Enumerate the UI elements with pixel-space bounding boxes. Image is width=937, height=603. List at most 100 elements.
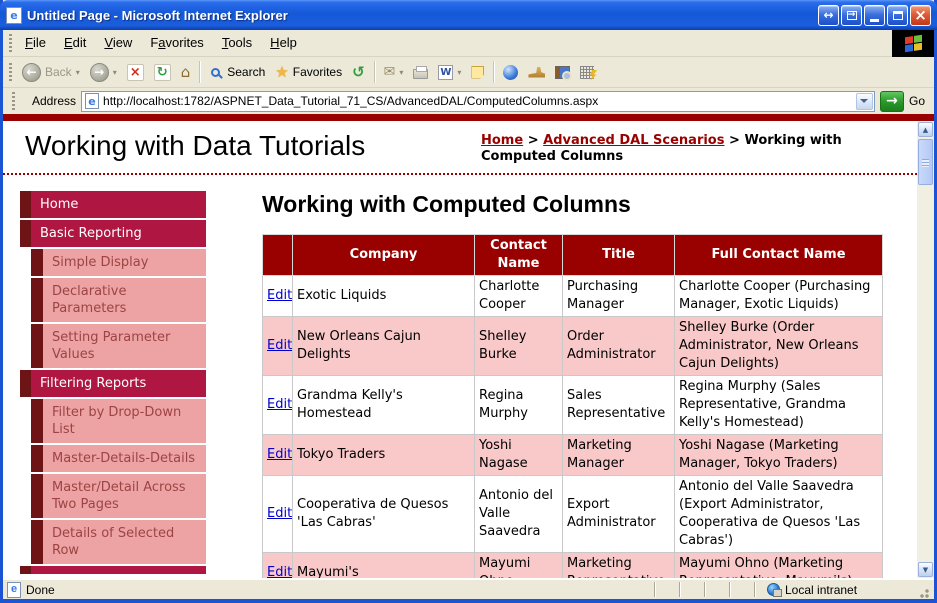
addressbar-grip[interactable] [12, 92, 15, 110]
sidebar-item-strip [20, 191, 31, 218]
menu-item-file[interactable]: File [16, 31, 55, 54]
contact-name-cell: Regina Murphy [474, 375, 563, 435]
table-row: Edit Grandma Kelly's Homestead Regina Murp… [262, 375, 883, 435]
resize-grip[interactable] [917, 586, 930, 599]
back-icon: ← [22, 62, 41, 82]
mail-button[interactable]: ✉ ▾ [380, 62, 408, 82]
menu-item-help[interactable]: Help [261, 31, 306, 54]
messenger-button[interactable] [499, 63, 522, 82]
column-header-edit [262, 234, 293, 276]
windows-logo-throbber [892, 30, 934, 57]
back-button[interactable]: ← Back ▾ [18, 61, 84, 84]
favorites-button[interactable]: ★ Favorites [271, 61, 346, 83]
sidebar-item-master-details-details[interactable]: Master-Details-Details [31, 445, 206, 472]
page-content: Working with Data Tutorials Home > Advan… [3, 121, 917, 578]
mail-dropdown-icon[interactable]: ▾ [399, 68, 403, 77]
forward-dropdown-icon[interactable]: ▾ [113, 68, 117, 77]
back-dropdown-icon[interactable]: ▾ [76, 68, 80, 77]
edit-with-word-button[interactable]: W ▾ [434, 63, 465, 82]
home-button[interactable]: ⌂ [177, 61, 195, 83]
column-header-full-contact-name: Full Contact Name [674, 234, 883, 276]
column-header-contact-name: Contact Name [474, 234, 563, 276]
stop-button[interactable]: × [123, 62, 148, 83]
window-controls: ↔ → × [818, 4, 931, 26]
status-separator [729, 582, 730, 597]
edit-link[interactable]: Edit [267, 338, 292, 353]
toolbar-grip[interactable] [9, 63, 12, 81]
address-dropdown-button[interactable] [855, 92, 873, 110]
sidebar-item-setting-parameter-values[interactable]: Setting Parameter Values [31, 324, 206, 368]
sidebar-item-label: Declarative Parameters [43, 278, 206, 322]
menu-item-tools[interactable]: Tools [213, 31, 261, 54]
refresh-button[interactable]: ↻ [150, 62, 175, 83]
menubar-grip[interactable] [9, 34, 12, 52]
refresh-icon: ↻ [153, 63, 171, 81]
breadcrumb-separator: > [724, 133, 745, 148]
custom-tool-button-2[interactable] [576, 64, 598, 81]
go-label[interactable]: Go [909, 94, 929, 108]
table-row: Edit Cooperativa de Quesos 'Las Cabras' An… [262, 475, 883, 553]
scroll-up-button[interactable]: ▲ [918, 122, 933, 137]
edit-link[interactable]: Edit [267, 397, 292, 412]
sidebar-item-simple-display[interactable]: Simple Display [31, 249, 206, 276]
scroll-down-button[interactable]: ▼ [918, 562, 933, 577]
sidebar-item-details-of-selected-row[interactable]: Details of Selected Row [31, 520, 206, 564]
page-body: Home Basic Reporting Simple Display Declara… [3, 175, 917, 578]
edit-dropdown-icon[interactable]: ▾ [457, 68, 461, 77]
status-separator [754, 582, 755, 597]
favorites-star-icon: ★ [275, 63, 289, 81]
title-cell: Sales Representative [562, 375, 675, 435]
edit-cell: Edit [262, 552, 293, 578]
forward-icon: → [89, 62, 109, 82]
scrollbar-thumb[interactable] [918, 139, 933, 185]
edit-link[interactable]: Edit [267, 506, 292, 521]
company-cell: Tokyo Traders [292, 434, 475, 476]
sidebar-item-master-detail-across-two-pages[interactable]: Master/Detail Across Two Pages [31, 474, 206, 518]
sidebar-item-label: Master-Details-Details [43, 445, 206, 472]
binary-icon [580, 65, 598, 81]
status-page-icon: e [7, 581, 21, 598]
search-button[interactable]: Search [205, 63, 269, 81]
forward-button[interactable]: → ▾ [86, 61, 121, 84]
custom-tool-button-1[interactable] [524, 65, 549, 80]
menu-item-edit[interactable]: Edit [55, 31, 95, 54]
breadcrumb-home[interactable]: Home [481, 133, 523, 148]
address-input[interactable]: e http://localhost:1782/ASPNET_Data_Tuto… [81, 90, 875, 112]
breadcrumb-advanced-dal-scenarios[interactable]: Advanced DAL Scenarios [543, 133, 724, 148]
pop-out-button[interactable]: → [841, 4, 862, 26]
note-icon [471, 65, 485, 79]
contact-name-cell: Shelley Burke [474, 316, 563, 376]
maximize-button[interactable] [887, 4, 908, 26]
search-icon [211, 67, 221, 77]
edit-link[interactable]: Edit [267, 288, 292, 303]
address-url[interactable]: http://localhost:1782/ASPNET_Data_Tutori… [103, 94, 852, 108]
table-row: Edit Tokyo Traders Yoshi Nagase Marketing M… [262, 434, 883, 476]
menu-item-favorites[interactable]: Favorites [141, 31, 212, 54]
sidebar-item-basic-reporting[interactable]: Basic Reporting [20, 220, 206, 247]
edit-link[interactable]: Edit [267, 565, 292, 578]
site-title: Working with Data Tutorials [25, 130, 366, 161]
sidebar-item-declarative-parameters[interactable]: Declarative Parameters [31, 278, 206, 322]
sidebar-item-filtering-reports[interactable]: Filtering Reports [20, 370, 206, 397]
history-button[interactable]: ↺ [348, 61, 369, 83]
go-button[interactable]: → [879, 90, 904, 112]
computed-columns-table: Company Contact Name Title Full Contact Nam… [262, 234, 883, 578]
vertical-scrollbar[interactable]: ▲ ▼ [917, 121, 934, 578]
print-button[interactable] [409, 63, 432, 81]
menu-item-view[interactable]: View [95, 31, 141, 54]
close-button[interactable]: × [910, 4, 931, 26]
back-label: Back [45, 65, 72, 79]
research-button[interactable] [551, 64, 574, 81]
sidebar-item-home[interactable]: Home [20, 191, 206, 218]
edit-cell: Edit [262, 316, 293, 376]
title-bar[interactable]: e Untitled Page - Microsoft Internet Exp… [0, 0, 937, 30]
favorites-label: Favorites [292, 65, 343, 79]
switch-view-button[interactable]: ↔ [818, 4, 839, 26]
discuss-button[interactable] [467, 64, 488, 81]
sidebar-item-label: Master/Detail Across Two Pages [43, 474, 206, 518]
contact-name-cell: Charlotte Cooper [474, 275, 563, 317]
edit-link[interactable]: Edit [267, 447, 292, 462]
minimize-button[interactable] [864, 4, 885, 26]
sidebar-item-filter-by-drop-down-list[interactable]: Filter by Drop-Down List [31, 399, 206, 443]
sidebar-item-cutoff[interactable] [20, 566, 206, 574]
